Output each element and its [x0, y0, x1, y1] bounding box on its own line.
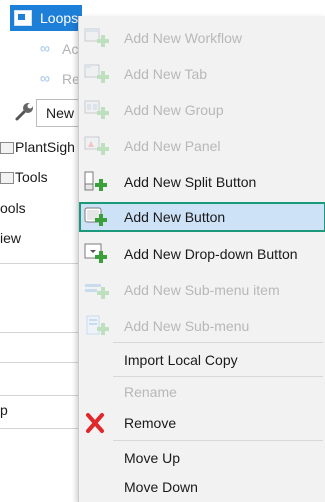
- menu-item-label: Remove: [124, 415, 177, 431]
- add-panel-icon: [84, 136, 109, 155]
- add-group-icon: [84, 100, 109, 119]
- add-button-icon: [84, 207, 107, 226]
- menu-item-label: Add New Button: [124, 209, 226, 225]
- tree-node-plantsight[interactable]: PlantSigh: [15, 139, 75, 155]
- menu-item-import-local-copy[interactable]: Import Local Copy: [79, 345, 325, 375]
- menu-item-add-new-submenu-item[interactable]: Add New Sub-menu item: [79, 275, 325, 305]
- menu-item-add-new-split-button[interactable]: Add New Split Button: [79, 167, 325, 197]
- context-menu: Add New Workflow Add New Tab Add New Gro…: [78, 16, 325, 502]
- menu-separator: [113, 342, 323, 343]
- menu-item-remove[interactable]: Remove: [79, 408, 325, 438]
- new-name-value: New: [46, 105, 75, 121]
- menu-item-label: Add New Tab: [124, 66, 208, 82]
- menu-item-move-up[interactable]: Move Up: [79, 443, 325, 473]
- menu-item-add-new-dropdown-button[interactable]: Add New Drop-down Button: [79, 239, 325, 269]
- menu-item-add-new-group[interactable]: Add New Group: [79, 95, 325, 125]
- add-split-button-icon: [84, 171, 107, 191]
- menu-item-label: Add New Sub-menu item: [124, 282, 280, 298]
- menu-item-add-new-submenu[interactable]: Add New Sub-menu: [79, 311, 325, 341]
- link-icon: ∞: [40, 70, 50, 86]
- menu-item-label: Move Up: [124, 450, 181, 466]
- remove-x-icon: [86, 413, 104, 433]
- divider: [0, 428, 80, 429]
- menu-item-add-new-workflow[interactable]: Add New Workflow: [79, 23, 325, 53]
- tree-node-tools[interactable]: Tools: [15, 169, 48, 185]
- menu-item-label: Rename: [124, 384, 177, 400]
- menu-item-move-down[interactable]: Move Down: [79, 472, 325, 502]
- node-icon: [0, 172, 14, 184]
- menu-item-label: Add New Split Button: [124, 174, 257, 190]
- tree-child-1[interactable]: Ac: [62, 41, 78, 57]
- divider: [0, 332, 80, 333]
- menu-item-add-new-button[interactable]: Add New Button: [79, 202, 325, 232]
- menu-item-label: Add New Workflow: [124, 30, 243, 46]
- add-submenu-icon: [86, 315, 109, 335]
- menu-item-label: Add New Sub-menu: [124, 318, 250, 334]
- tree-item-partial[interactable]: iew: [0, 230, 21, 246]
- add-dropdown-button-icon: [84, 243, 107, 263]
- tree-item-partial[interactable]: ools: [0, 200, 26, 216]
- menu-separator: [113, 440, 323, 441]
- menu-item-label: Add New Panel: [124, 138, 221, 154]
- menu-item-label: Move Down: [124, 479, 198, 495]
- node-icon: [0, 142, 14, 154]
- add-tab-icon: [84, 64, 109, 83]
- divider: [0, 395, 80, 396]
- add-workflow-icon: [84, 28, 109, 47]
- menu-item-rename[interactable]: Rename: [79, 377, 325, 407]
- link-icon: ∞: [40, 40, 50, 56]
- menu-item-label: Add New Group: [124, 102, 224, 118]
- divider: [0, 263, 80, 264]
- menu-item-add-new-tab[interactable]: Add New Tab: [79, 59, 325, 89]
- wrench-icon: [15, 103, 33, 121]
- ribbon-node-icon: [14, 10, 32, 26]
- tree-node-loops-label: Loops: [40, 10, 79, 26]
- add-submenu-item-icon: [85, 284, 109, 299]
- menu-item-label: Import Local Copy: [124, 352, 238, 368]
- field-partial[interactable]: p: [0, 402, 8, 418]
- menu-item-add-new-panel[interactable]: Add New Panel: [79, 131, 325, 161]
- divider: [0, 362, 80, 363]
- tree-node-loops[interactable]: Loops: [10, 5, 82, 31]
- menu-item-label: Add New Drop-down Button: [124, 246, 298, 262]
